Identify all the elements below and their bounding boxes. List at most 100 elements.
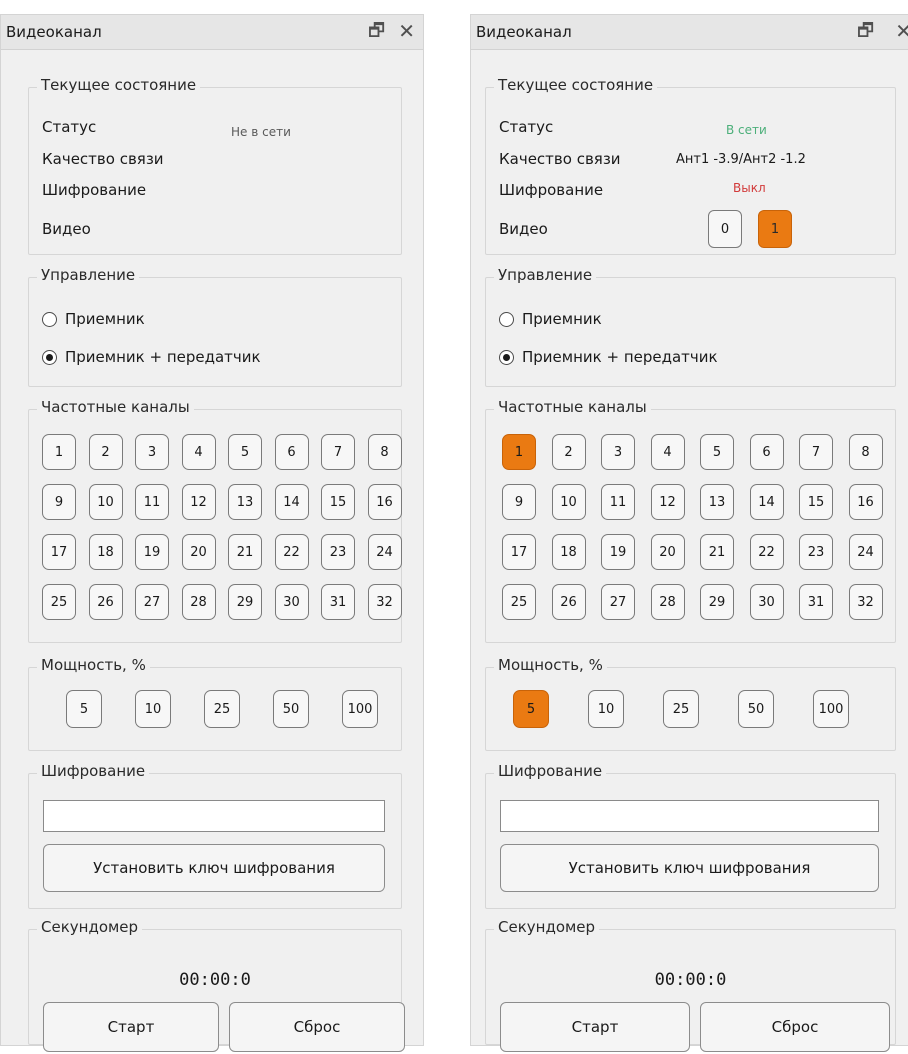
channel-button-24[interactable]: 24 [367,534,402,570]
channel-button-26[interactable]: 26 [551,584,586,620]
set-key-button[interactable]: Установить ключ шифрования [43,844,385,892]
power-button-25[interactable]: 25 [204,690,240,728]
channel-button-12[interactable]: 12 [181,484,216,520]
channel-button-17[interactable]: 17 [42,534,76,570]
channel-button-4[interactable]: 4 [650,434,685,470]
channel-button-3[interactable]: 3 [135,434,169,470]
power-button-10[interactable]: 10 [135,690,171,728]
video-button-0[interactable]: 0 [708,210,742,248]
channel-button-13[interactable]: 13 [228,484,262,520]
channel-button-14[interactable]: 14 [274,484,309,520]
power-button-100[interactable]: 100 [342,690,378,728]
power-button-25[interactable]: 25 [663,690,699,728]
start-button[interactable]: Старт [43,1002,219,1052]
channel-button-27[interactable]: 27 [601,584,635,620]
power-button-5[interactable]: 5 [513,690,549,728]
radio-receiver[interactable]: Приемник [499,310,602,328]
channel-button-2[interactable]: 2 [551,434,586,470]
channel-button-3[interactable]: 3 [601,434,635,470]
status-value: Не в сети [231,125,291,139]
power-button-50[interactable]: 50 [273,690,309,728]
channel-button-8[interactable]: 8 [367,434,402,470]
float-window-icon[interactable]: 🗗 [857,19,874,43]
channel-button-10[interactable]: 10 [88,484,123,520]
channel-button-29[interactable]: 29 [700,584,734,620]
start-button[interactable]: Старт [500,1002,690,1052]
channel-button-21[interactable]: 21 [228,534,262,570]
power-button-5[interactable]: 5 [66,690,102,728]
reset-button[interactable]: Сброс [700,1002,890,1052]
close-icon[interactable]: ✕ [398,19,415,43]
channel-button-24[interactable]: 24 [848,534,883,570]
channel-button-32[interactable]: 32 [367,584,402,620]
channel-button-8[interactable]: 8 [848,434,883,470]
channel-button-16[interactable]: 16 [848,484,883,520]
channel-button-20[interactable]: 20 [650,534,685,570]
encryption-label: Шифрование [42,181,147,199]
channel-button-6[interactable]: 6 [749,434,784,470]
radio-receiver-transmitter[interactable]: Приемник + передатчик [42,348,261,366]
channel-button-16[interactable]: 16 [367,484,402,520]
encryption-key-input[interactable] [43,800,385,832]
encryption-key-input[interactable] [500,800,879,832]
status-group: Текущее состояние Статус В сети Качество… [485,76,896,255]
channel-button-22[interactable]: 22 [274,534,309,570]
channel-button-31[interactable]: 31 [321,584,355,620]
channel-button-5[interactable]: 5 [700,434,734,470]
channel-button-2[interactable]: 2 [88,434,123,470]
radio-circle-checked[interactable] [499,349,514,365]
channel-button-11[interactable]: 11 [601,484,635,520]
channel-button-7[interactable]: 7 [799,434,833,470]
close-icon[interactable]: ✕ [895,19,908,43]
radio-circle[interactable] [42,311,57,327]
channel-button-31[interactable]: 31 [799,584,833,620]
radio-receiver[interactable]: Приемник [42,310,145,328]
channel-button-14[interactable]: 14 [749,484,784,520]
channel-button-20[interactable]: 20 [181,534,216,570]
radio-receiver-transmitter[interactable]: Приемник + передатчик [499,348,718,366]
channel-button-9[interactable]: 9 [502,484,536,520]
channel-button-13[interactable]: 13 [700,484,734,520]
channel-button-25[interactable]: 25 [42,584,76,620]
radio-circle-checked[interactable] [42,349,57,365]
channel-button-12[interactable]: 12 [650,484,685,520]
channel-button-23[interactable]: 23 [799,534,833,570]
channel-button-32[interactable]: 32 [848,584,883,620]
channel-button-9[interactable]: 9 [42,484,76,520]
channel-button-18[interactable]: 18 [88,534,123,570]
channel-button-30[interactable]: 30 [274,584,309,620]
status-label: Статус [42,118,97,136]
channel-button-26[interactable]: 26 [88,584,123,620]
channel-button-7[interactable]: 7 [321,434,355,470]
channel-button-6[interactable]: 6 [274,434,309,470]
channel-button-28[interactable]: 28 [650,584,685,620]
channel-button-29[interactable]: 29 [228,584,262,620]
channel-button-25[interactable]: 25 [502,584,536,620]
power-button-100[interactable]: 100 [813,690,849,728]
radio-circle[interactable] [499,311,514,327]
channel-button-10[interactable]: 10 [551,484,586,520]
channel-button-5[interactable]: 5 [228,434,262,470]
reset-button[interactable]: Сброс [229,1002,405,1052]
channel-button-17[interactable]: 17 [502,534,536,570]
set-key-button[interactable]: Установить ключ шифрования [500,844,879,892]
channel-button-28[interactable]: 28 [181,584,216,620]
channel-button-27[interactable]: 27 [135,584,169,620]
channel-button-21[interactable]: 21 [700,534,734,570]
channel-button-11[interactable]: 11 [135,484,169,520]
channel-button-1[interactable]: 1 [42,434,76,470]
channel-button-23[interactable]: 23 [321,534,355,570]
video-button-1[interactable]: 1 [758,210,792,248]
channel-button-4[interactable]: 4 [181,434,216,470]
channel-button-15[interactable]: 15 [799,484,833,520]
channel-button-1[interactable]: 1 [502,434,536,470]
channel-button-19[interactable]: 19 [601,534,635,570]
channel-button-19[interactable]: 19 [135,534,169,570]
float-window-icon[interactable]: 🗗 [368,19,385,43]
power-button-50[interactable]: 50 [738,690,774,728]
power-button-10[interactable]: 10 [588,690,624,728]
channel-button-22[interactable]: 22 [749,534,784,570]
channel-button-30[interactable]: 30 [749,584,784,620]
channel-button-15[interactable]: 15 [321,484,355,520]
channel-button-18[interactable]: 18 [551,534,586,570]
